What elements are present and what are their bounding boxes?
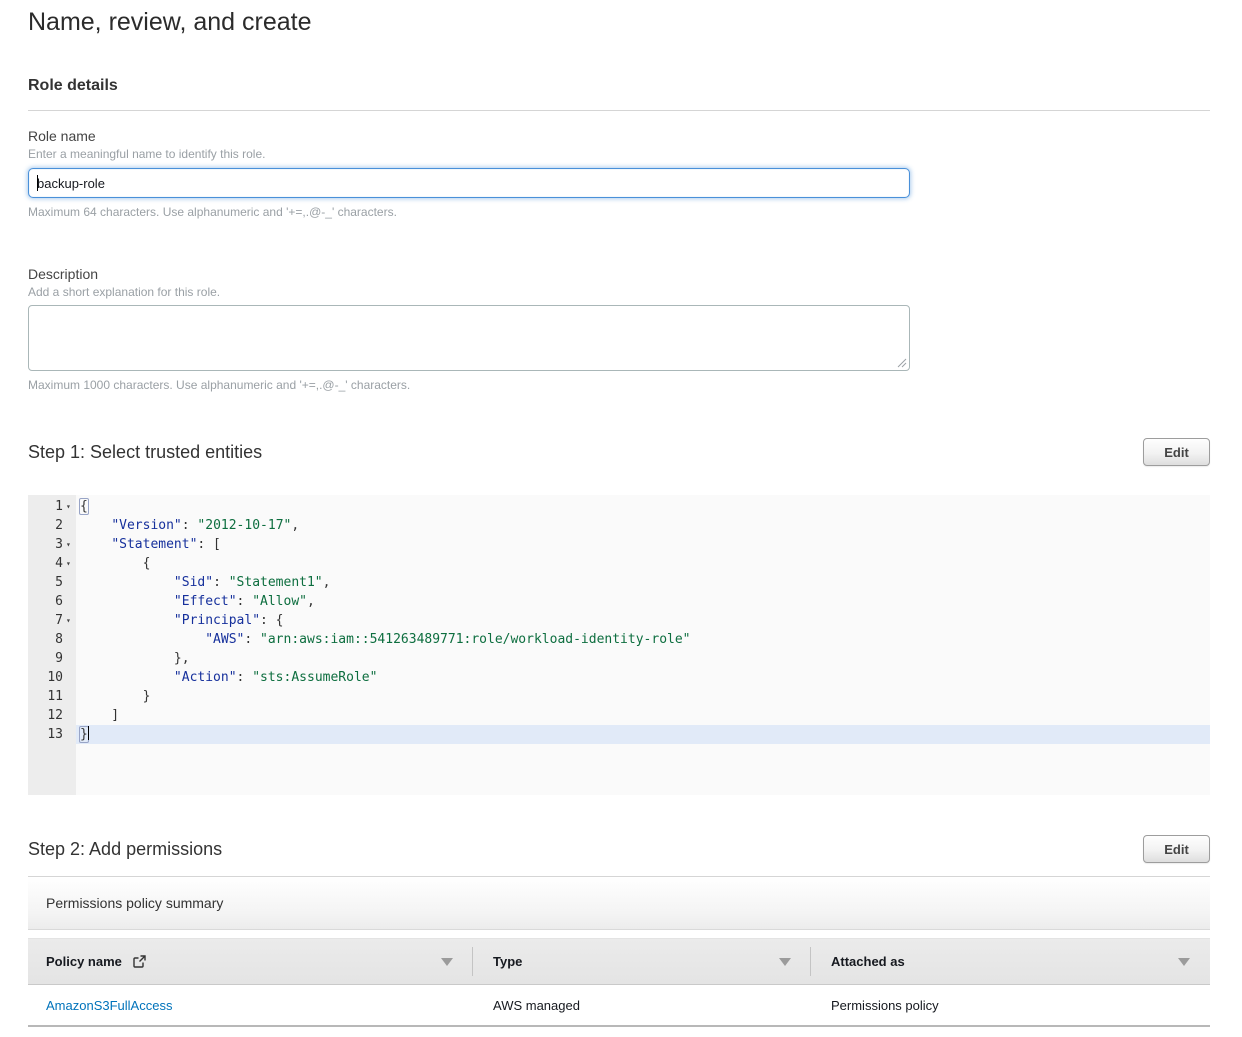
type-column-header[interactable]: Type (473, 939, 811, 984)
editor-line[interactable]: 6 "Effect": "Allow", (28, 592, 1210, 611)
line-number: 7▾ (28, 611, 76, 630)
description-label: Description (28, 266, 1210, 282)
editor-line[interactable]: 13} (28, 725, 1210, 744)
line-number: 4▾ (28, 554, 76, 573)
line-number: 2 (28, 516, 76, 535)
code-text: "Version": "2012-10-17", (76, 516, 1210, 535)
editor-line[interactable]: 4▾ { (28, 554, 1210, 573)
editor-line[interactable]: 5 "Sid": "Statement1", (28, 573, 1210, 592)
policy-name-link[interactable]: AmazonS3FullAccess (46, 998, 172, 1013)
permissions-summary-header: Permissions policy summary (28, 876, 1210, 930)
attached-as-cell: Permissions policy (811, 998, 1210, 1013)
policy-name-sort-icon[interactable] (441, 958, 453, 966)
section-divider (28, 110, 1210, 111)
description-hint: Add a short explanation for this role. (28, 285, 1210, 299)
role-name-input[interactable]: backup-role (28, 168, 910, 198)
line-number: 9 (28, 649, 76, 668)
code-text: "Action": "sts:AssumeRole" (76, 668, 1210, 687)
role-name-hint: Enter a meaningful name to identify this… (28, 147, 1210, 161)
policy-name-header-label: Policy name (46, 954, 122, 969)
code-text: "AWS": "arn:aws:iam::541263489771:role/w… (76, 630, 1210, 649)
code-text: { (76, 497, 1210, 516)
code-text: "Sid": "Statement1", (76, 573, 1210, 592)
line-number: 5 (28, 573, 76, 592)
step2-heading: Step 2: Add permissions (28, 839, 222, 860)
type-header-label: Type (493, 954, 522, 969)
code-text: "Principal": { (76, 611, 1210, 630)
fold-arrow-icon[interactable]: ▾ (63, 497, 76, 516)
attached-as-sort-icon[interactable] (1178, 958, 1190, 966)
editor-line[interactable]: 2 "Version": "2012-10-17", (28, 516, 1210, 535)
editor-line[interactable]: 12 ] (28, 706, 1210, 725)
editor-line[interactable]: 3▾ "Statement": [ (28, 535, 1210, 554)
code-text: } (76, 725, 1210, 744)
permissions-panel: Permissions policy summary Policy name (28, 876, 1210, 1027)
line-number: 10 (28, 668, 76, 687)
editor-line[interactable]: 1▾{ (28, 497, 1210, 516)
line-number: 8 (28, 630, 76, 649)
description-textarea[interactable] (28, 305, 910, 371)
external-link-icon (133, 955, 146, 968)
editor-line[interactable]: 8 "AWS": "arn:aws:iam::541263489771:role… (28, 630, 1210, 649)
type-cell: AWS managed (473, 998, 811, 1013)
line-number: 13 (28, 725, 76, 744)
description-textarea-wrap (28, 305, 910, 371)
policy-name-column-header[interactable]: Policy name (28, 939, 473, 984)
code-text: "Statement": [ (76, 535, 1210, 554)
policy-name-cell: AmazonS3FullAccess (28, 998, 473, 1013)
code-text: }, (76, 649, 1210, 668)
permissions-summary-title: Permissions policy summary (46, 895, 223, 911)
fold-arrow-icon[interactable]: ▾ (63, 554, 76, 573)
code-text: } (76, 687, 1210, 706)
attached-as-column-header[interactable]: Attached as (811, 939, 1210, 984)
table-row: AmazonS3FullAccess AWS managed Permissio… (28, 985, 1210, 1027)
role-name-label: Role name (28, 128, 1210, 144)
attached-as-header-label: Attached as (831, 954, 905, 969)
step1-heading: Step 1: Select trusted entities (28, 442, 262, 463)
line-number: 1▾ (28, 497, 76, 516)
page-title: Name, review, and create (28, 8, 1210, 37)
step2-header-row: Step 2: Add permissions Edit (28, 835, 1210, 863)
name-review-create-page: Name, review, and create Role details Ro… (0, 0, 1242, 1027)
role-name-value: backup-role (37, 176, 105, 191)
role-details-heading: Role details (28, 77, 1210, 95)
editor-cursor (88, 726, 89, 740)
line-number: 3▾ (28, 535, 76, 554)
editor-line[interactable]: 10 "Action": "sts:AssumeRole" (28, 668, 1210, 687)
description-constraint: Maximum 1000 characters. Use alphanumeri… (28, 378, 1210, 392)
fold-arrow-icon[interactable]: ▾ (63, 535, 76, 554)
step1-header-row: Step 1: Select trusted entities Edit (28, 438, 1210, 466)
line-number: 12 (28, 706, 76, 725)
editor-line[interactable]: 7▾ "Principal": { (28, 611, 1210, 630)
trust-policy-editor[interactable]: 1▾{2 "Version": "2012-10-17",3▾ "Stateme… (28, 495, 1210, 795)
step2-edit-button[interactable]: Edit (1143, 835, 1210, 863)
editor-line[interactable]: 9 }, (28, 649, 1210, 668)
permissions-table: Policy name Type (28, 938, 1210, 1027)
permissions-table-header: Policy name Type (28, 938, 1210, 985)
code-text: { (76, 554, 1210, 573)
resize-grip-icon[interactable] (897, 358, 907, 368)
code-text: ] (76, 706, 1210, 725)
line-number: 11 (28, 687, 76, 706)
fold-arrow-icon[interactable]: ▾ (63, 611, 76, 630)
type-sort-icon[interactable] (779, 958, 791, 966)
code-text: "Effect": "Allow", (76, 592, 1210, 611)
editor-line[interactable]: 11 } (28, 687, 1210, 706)
line-number: 6 (28, 592, 76, 611)
role-name-constraint: Maximum 64 characters. Use alphanumeric … (28, 205, 1210, 219)
step1-edit-button[interactable]: Edit (1143, 438, 1210, 466)
